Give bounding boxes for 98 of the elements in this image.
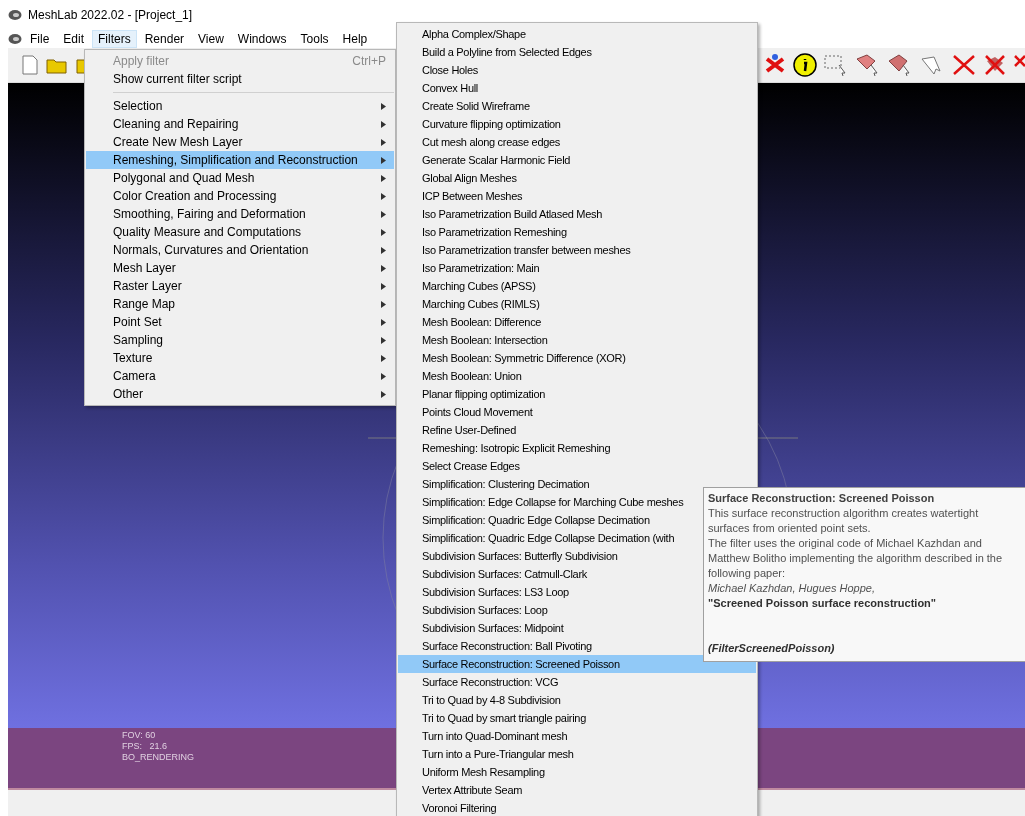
menu-item[interactable]: Smoothing, Fairing and Deformation <box>86 205 394 223</box>
menu-item[interactable]: Marching Cubes (RIMLS) <box>398 295 756 313</box>
tooltip-authors: Michael Kazhdan, Hugues Hoppe, <box>708 581 876 596</box>
app-logo-icon <box>8 33 22 45</box>
menu-item[interactable]: Surface Reconstruction: Screened Poisson <box>398 655 756 673</box>
tooltip-class-name: (FilterScreenedPoisson) <box>708 641 836 656</box>
menu-item[interactable]: Refine User-Defined <box>398 421 756 439</box>
menu-item[interactable]: Create New Mesh Layer <box>86 133 394 151</box>
menu-item[interactable]: Cleaning and Repairing <box>86 115 394 133</box>
menu-item[interactable]: Voronoi Filtering <box>398 799 756 816</box>
menu-item[interactable]: Turn into Quad-Dominant mesh <box>398 727 756 745</box>
delete-vertices-icon[interactable] <box>951 53 977 77</box>
menu-item[interactable]: Cut mesh along crease edges <box>398 133 756 151</box>
menu-item[interactable]: Marching Cubes (APSS) <box>398 277 756 295</box>
tooltip-text: The filter uses the original code of Michael Kazhdan and Matthew Bolitho implementing the algorithm described in the following paper: <box>708 536 1004 581</box>
menu-item[interactable]: Vertex Attribute Seam <box>398 781 756 799</box>
menu-item[interactable]: Alpha Complex/Shape <box>398 25 756 43</box>
menu-item[interactable]: Uniform Mesh Resampling <box>398 763 756 781</box>
menu-item[interactable]: Points Cloud Movement <box>398 403 756 421</box>
menu-item[interactable]: Sampling <box>86 331 394 349</box>
submenu-arrow-icon <box>381 282 386 290</box>
menu-item[interactable]: Other <box>86 385 394 403</box>
submenu-arrow-icon <box>381 138 386 146</box>
menu-item[interactable]: Simplification: Clustering Decimation <box>398 475 756 493</box>
menu-item[interactable]: Normals, Curvatures and Orientation <box>86 241 394 259</box>
submenu-arrow-icon <box>381 228 386 236</box>
menu-item[interactable]: Windows <box>231 30 293 48</box>
menu-item[interactable]: Convex Hull <box>398 79 756 97</box>
menu-item[interactable]: Point Set <box>86 313 394 331</box>
tooltip-paper-title: "Screened Poisson surface reconstruction" <box>708 596 938 611</box>
submenu-arrow-icon <box>381 390 386 398</box>
submenu-arrow-icon <box>381 354 386 362</box>
menu-item[interactable]: Close Holes <box>398 61 756 79</box>
menu-item[interactable]: Color Creation and Processing <box>86 187 394 205</box>
submenu-arrow-icon <box>381 318 386 326</box>
submenu-arrow-icon <box>381 264 386 272</box>
menu-item[interactable]: Select Crease Edges <box>398 457 756 475</box>
folder-icon[interactable] <box>76 56 86 74</box>
menu-item[interactable]: Edit <box>57 30 91 48</box>
select-faces-icon[interactable] <box>887 53 913 77</box>
menu-item[interactable]: Render <box>138 30 191 48</box>
submenu-arrow-icon <box>381 120 386 128</box>
app-logo-icon <box>8 9 22 21</box>
menu-item[interactable]: Tri to Quad by 4-8 Subdivision <box>398 691 756 709</box>
menu-item[interactable]: View <box>192 30 230 48</box>
menu-item[interactable]: Create Solid Wireframe <box>398 97 756 115</box>
tooltip-title: Surface Reconstruction: Screened Poisson <box>708 491 936 506</box>
menu-item[interactable]: Mesh Layer <box>86 259 394 277</box>
menu-item[interactable]: Mesh Boolean: Difference <box>398 313 756 331</box>
menu-item[interactable]: Iso Parametrization Remeshing <box>398 223 756 241</box>
menu-item[interactable]: Generate Scalar Harmonic Field <box>398 151 756 169</box>
menu-item[interactable]: Filters <box>92 30 137 48</box>
submenu-arrow-icon <box>381 210 386 218</box>
menu-item[interactable]: Selection <box>86 97 394 115</box>
menu-item[interactable]: Iso Parametrization transfer between meshes <box>398 241 756 259</box>
menu-item[interactable]: Mesh Boolean: Intersection <box>398 331 756 349</box>
submenu-arrow-icon <box>381 102 386 110</box>
menu-item[interactable]: Planar flipping optimization <box>398 385 756 403</box>
submenu-arrow-icon <box>381 372 386 380</box>
tooltip-text: This surface reconstruction algorithm creates watertight surfaces from oriented point sets. <box>708 506 980 536</box>
new-document-icon[interactable] <box>22 55 38 75</box>
menu-item[interactable]: Turn into a Pure-Triangular mesh <box>398 745 756 763</box>
window-title: MeshLab 2022.02 - [Project_1] <box>28 8 193 22</box>
menu-item[interactable]: Mesh Boolean: Symmetric Difference (XOR) <box>398 349 756 367</box>
select-faces-icon[interactable] <box>855 53 881 77</box>
submenu-arrow-icon <box>381 156 386 164</box>
menu-item[interactable]: Camera <box>86 367 394 385</box>
info-text: FPS: 21.6 <box>122 741 168 752</box>
menu-item[interactable]: Mesh Boolean: Union <box>398 367 756 385</box>
menu-item[interactable]: Help <box>336 30 374 48</box>
menu-item[interactable]: Tri to Quad by smart triangle pairing <box>398 709 756 727</box>
folder-icon[interactable] <box>46 56 68 74</box>
menu-item[interactable]: Tools <box>294 30 335 48</box>
delete-faces-icon[interactable] <box>983 53 1007 77</box>
info-text: BO_RENDERING <box>122 752 194 763</box>
menu-item[interactable]: Remeshing, Simplification and Reconstruction <box>86 151 394 169</box>
menu-item[interactable]: Curvature flipping optimization <box>398 115 756 133</box>
menu-item[interactable]: Quality Measure and Computations <box>86 223 394 241</box>
menu-item[interactable]: Texture <box>86 349 394 367</box>
menu-item[interactable]: Iso Parametrization Build Atlased Mesh <box>398 205 756 223</box>
menu-item[interactable]: Remeshing: Isotropic Explicit Remeshing <box>398 439 756 457</box>
menu-item[interactable]: Global Align Meshes <box>398 169 756 187</box>
menu-item[interactable]: Show current filter script <box>86 70 394 88</box>
menu-item[interactable]: Build a Polyline from Selected Edges <box>398 43 756 61</box>
info-text: FOV: 60 <box>122 730 156 741</box>
info-icon[interactable] <box>793 53 817 77</box>
menu-item[interactable]: Raster Layer <box>86 277 394 295</box>
menu-item[interactable]: ICP Between Meshes <box>398 187 756 205</box>
menu-item[interactable]: Range Map <box>86 295 394 313</box>
submenu-arrow-icon <box>381 174 386 182</box>
menu-item[interactable]: Iso Parametrization: Main <box>398 259 756 277</box>
menu-item[interactable]: File <box>24 30 56 48</box>
submenu-arrow-icon <box>381 336 386 344</box>
submenu-arrow-icon <box>381 300 386 308</box>
submenu-arrow-icon <box>381 192 386 200</box>
submenu-arrow-icon <box>381 246 386 254</box>
menu-item[interactable]: Surface Reconstruction: VCG <box>398 673 756 691</box>
menu-item[interactable]: Polygonal and Quad Mesh <box>86 169 394 187</box>
